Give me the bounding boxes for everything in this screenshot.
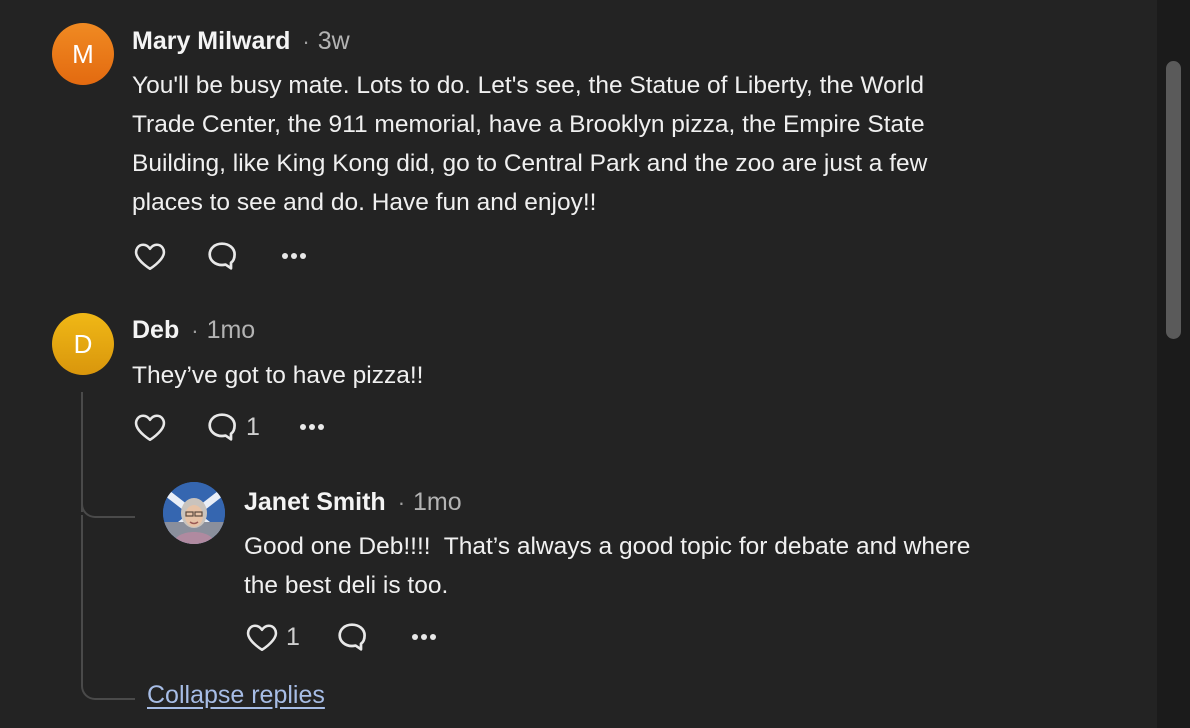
comment-line: the best deli is too. <box>244 572 449 599</box>
scrollbar-thumb[interactable] <box>1166 61 1181 339</box>
avatar-janet-smith[interactable] <box>163 482 225 544</box>
comment-line: places to see and do. Have fun and enjoy… <box>132 189 597 216</box>
like-button[interactable]: 1 <box>244 617 300 657</box>
avatar-mary-milward[interactable]: M <box>52 23 114 85</box>
comment-actions: 1 <box>244 617 464 657</box>
comment-line: You'll be busy mate. Lots to do. Let's s… <box>132 72 925 99</box>
more-options-button[interactable] <box>406 617 442 657</box>
comment-actions <box>132 236 332 276</box>
separator-dot: · <box>397 490 406 515</box>
comment-line: Building, like King Kong did, go to Cent… <box>132 150 928 177</box>
reply-count: 1 <box>246 412 260 441</box>
comment-header: Deb · 1mo <box>132 316 255 345</box>
author-name[interactable]: Deb <box>132 316 179 345</box>
more-dots-icon <box>300 424 324 430</box>
thread-connector <box>81 490 135 518</box>
speech-bubble-icon <box>208 242 236 270</box>
avatar-letter: M <box>72 38 94 69</box>
timestamp[interactable]: 3w <box>318 27 350 56</box>
comment-body: You'll be busy mate. Lots to do. Let's s… <box>132 66 927 222</box>
timestamp[interactable]: 1mo <box>207 316 256 345</box>
thread-connector <box>81 672 135 700</box>
timestamp[interactable]: 1mo <box>413 488 462 517</box>
collapse-replies-link[interactable]: Collapse replies <box>147 681 325 710</box>
heart-icon <box>246 624 278 652</box>
separator-dot: · <box>302 29 310 54</box>
comment-body: Good one Deb!!!! That’s always a good to… <box>244 527 970 605</box>
reply-button[interactable] <box>334 617 370 657</box>
reply-button[interactable]: 1 <box>204 407 260 447</box>
more-dots-icon <box>282 253 306 259</box>
more-dots-icon <box>412 634 436 640</box>
author-name[interactable]: Mary Milward <box>132 27 290 56</box>
speech-bubble-icon <box>208 413 236 441</box>
comment-body: They’ve got to have pizza!! <box>132 356 423 395</box>
speech-bubble-icon <box>338 623 366 651</box>
avatar-deb[interactable]: D <box>52 313 114 375</box>
like-button[interactable] <box>132 407 168 447</box>
comment-thread: M Mary Milward · 3w You'll be busy mate.… <box>0 0 1190 728</box>
comment-actions: 1 <box>132 407 352 447</box>
reply-button[interactable] <box>204 236 240 276</box>
like-count: 1 <box>286 622 300 651</box>
profile-photo <box>163 482 225 544</box>
comment-line: They’ve got to have pizza!! <box>132 362 424 389</box>
more-options-button[interactable] <box>294 407 330 447</box>
separator-dot: · <box>191 318 199 343</box>
more-options-button[interactable] <box>276 236 312 276</box>
like-button[interactable] <box>132 236 168 276</box>
heart-icon <box>134 414 166 442</box>
comment-line: Good one Deb!!!! That’s always a good to… <box>244 533 971 560</box>
comment-header: Janet Smith · 1mo <box>244 488 462 517</box>
comment-line: Trade Center, the 911 memorial, have a B… <box>132 111 925 138</box>
avatar-letter: D <box>73 328 93 359</box>
thread-line <box>81 515 83 675</box>
author-name[interactable]: Janet Smith <box>244 488 386 517</box>
heart-icon <box>134 243 166 271</box>
comment-header: Mary Milward · 3w <box>132 27 350 56</box>
